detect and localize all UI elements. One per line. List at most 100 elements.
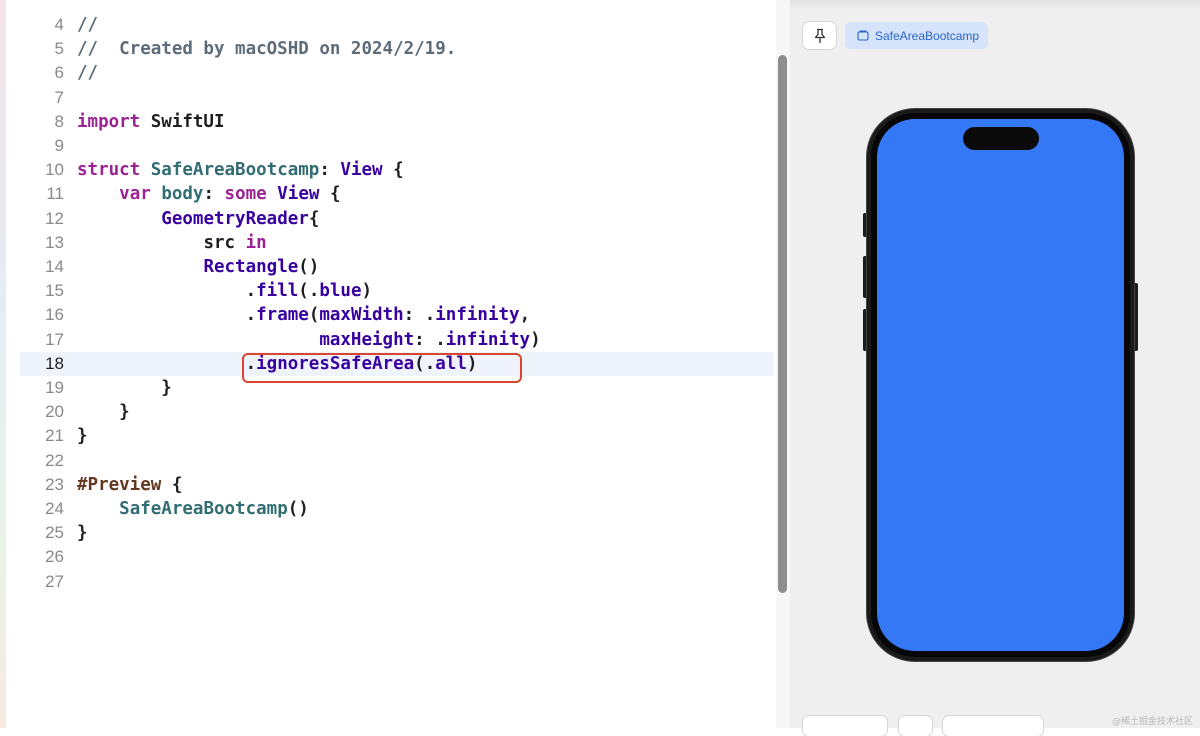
code-token: import [77,111,141,132]
line-number: 8 [54,111,64,131]
code-token: } [77,523,88,544]
code-line[interactable]: 5 // Created by macOSHD on 2024/2/19. [20,37,774,61]
line-number: 18 [45,353,64,373]
code-token: , [519,305,531,326]
code-text: var body: some View { [77,184,340,204]
code-text: src in [77,232,266,253]
code-token: src [203,232,236,253]
line-number: 21 [45,426,64,446]
code-line[interactable]: 27 [20,570,774,594]
line-number: 24 [45,499,64,518]
device-settings-button[interactable] [943,716,1043,736]
code-line[interactable]: 11 var body: some View { [20,182,774,206]
code-line[interactable]: 25} [20,521,774,545]
code-text: .frame(maxWidth: .infinity, [77,305,531,326]
preview-view-icon [857,30,869,41]
line-number: 17 [45,329,64,349]
preview-canvas-divider [790,0,1200,9]
code-token: : [203,184,225,205]
code-line[interactable]: 9 [20,134,774,158]
dynamic-island [963,127,1039,150]
code-text: struct SafeAreaBootcamp: View { [77,160,404,180]
preview-tab-safeareabootcamp[interactable]: SafeAreaBootcamp [845,22,988,49]
line-number: 20 [45,402,64,422]
pin-button[interactable] [803,22,836,49]
line-number: 23 [45,474,64,494]
code-token: (. [298,281,320,302]
live-mode-button[interactable] [803,716,887,736]
preview-screen-blue-rectangle[interactable] [877,119,1124,651]
pin-icon [814,28,825,43]
code-line[interactable]: 8 import SwiftUI [20,110,774,134]
editor-scrollbar-thumb[interactable] [778,55,787,593]
code-token: #Preview [77,474,162,495]
code-token: fill [256,281,299,302]
code-line[interactable]: 24 SafeAreaBootcamp() [20,497,774,521]
line-number: 10 [45,160,64,180]
line-number: 11 [46,184,64,204]
line-number: 16 [45,305,64,325]
line-number: 13 [45,232,64,252]
code-text: maxHeight: .infinity) [77,329,541,350]
code-line[interactable]: 14 Rectangle() [20,255,774,279]
code-token: body [161,184,204,205]
code-token: () [287,499,309,519]
code-line[interactable]: 17 maxHeight: .infinity) [20,328,774,352]
code-token: maxHeight [319,329,415,350]
code-token: { [308,208,320,229]
line-number: 22 [45,450,64,470]
code-line[interactable]: 4 // [20,13,774,37]
code-token: var [119,184,151,205]
code-token: . [245,305,257,326]
code-text: // [77,63,98,83]
line-number: 27 [45,571,64,591]
code-text: GeometryReader{ [77,209,319,229]
code-line[interactable]: 7 [20,86,774,110]
code-token: } [77,402,130,423]
code-token: { [319,184,341,205]
code-token: SafeAreaBootcamp [150,160,320,181]
preview-tab-label: SafeAreaBootcamp [875,28,980,43]
code-line[interactable]: 22 [20,449,774,473]
code-token: : . [414,329,446,350]
code-line[interactable]: 10 struct SafeAreaBootcamp: View { [20,158,774,182]
watermark: @稀土掘金技术社区 [1112,717,1194,727]
line-number: 19 [45,378,64,397]
line-number: 25 [45,523,64,543]
selectable-mode-button[interactable] [899,716,932,736]
code-line[interactable]: 13 src in [20,231,774,255]
editor-top-strip [6,0,790,6]
code-line[interactable]: 20 } [20,400,774,424]
code-token: ) [530,329,541,350]
code-line[interactable]: 12 GeometryReader{ [20,207,774,231]
code-token: SafeAreaBootcamp [119,499,288,519]
code-line[interactable]: 15 .fill(.blue) [20,279,774,303]
code-line[interactable]: 16 .frame(maxWidth: .infinity, [20,303,774,327]
code-token: View [277,184,320,205]
code-line[interactable]: 23 #Preview { [20,473,774,497]
code-line[interactable]: 6 // [20,61,774,85]
code-text: // Created by macOSHD on 2024/2/19. [77,39,456,59]
code-token: frame [256,305,309,326]
code-token: maxWidth [319,305,404,326]
line-number: 7 [54,87,64,107]
code-text: #Preview { [77,475,182,495]
code-line[interactable]: 21} [20,424,774,448]
code-token: } [77,426,88,447]
code-text: SafeAreaBootcamp() [77,499,309,519]
line-number: 9 [54,136,64,155]
code-token: } [77,378,172,398]
code-token: ( [308,305,320,326]
code-line[interactable]: 26 [20,545,774,569]
code-text: // [77,15,98,35]
code-token: // [77,63,99,84]
code-token: . [245,281,257,302]
line-number: 4 [54,15,64,34]
